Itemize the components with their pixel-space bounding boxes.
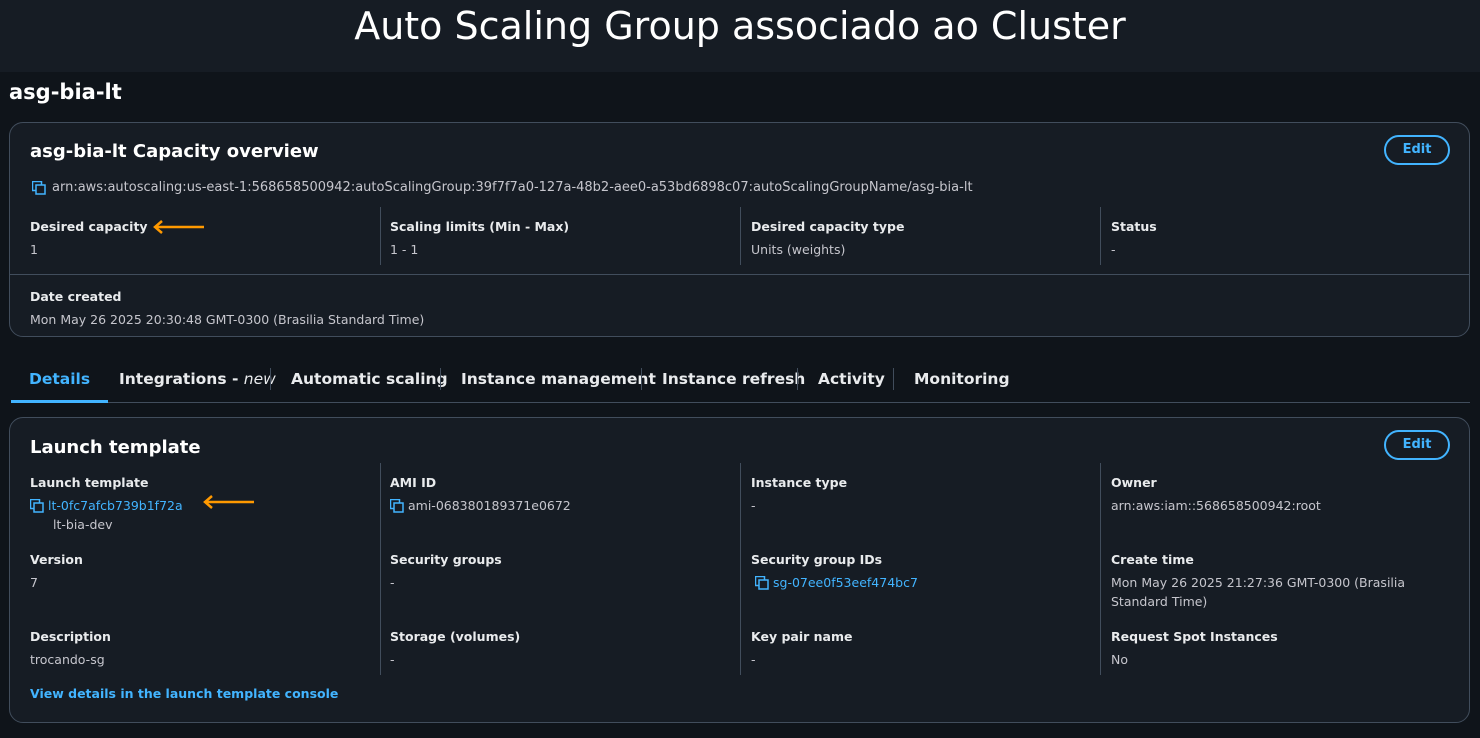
divider <box>1100 463 1101 675</box>
tab-separator <box>893 368 894 390</box>
field-description: Description trocando-sg <box>30 629 111 669</box>
field-label: Launch template <box>30 475 149 490</box>
arrow-left-icon <box>203 495 254 509</box>
tab-separator <box>440 368 441 390</box>
tab-label: Details <box>29 370 91 388</box>
field-label: Request Spot Instances <box>1111 629 1278 644</box>
field-label: Instance type <box>751 475 848 490</box>
field-launch-template: Launch template lt-0fc7afcb739b1f72a lt-… <box>30 475 183 534</box>
field-security-group-ids: Security group IDs sg-07ee0f53eef474bc7 <box>751 552 918 592</box>
divider <box>1100 207 1101 265</box>
tab-automatic-scaling[interactable]: Automatic scaling <box>291 362 448 400</box>
divider <box>740 207 741 265</box>
view-launch-template-console-link[interactable]: View details in the launch template cons… <box>30 686 338 701</box>
field-key-pair: Key pair name - <box>751 629 852 669</box>
asg-arn: arn:aws:autoscaling:us-east-1:5686585009… <box>32 180 973 195</box>
field-value: - <box>390 575 395 590</box>
divider <box>740 463 741 675</box>
field-value: Mon May 26 2025 20:30:48 GMT-0300 (Brasi… <box>30 312 425 327</box>
field-security-groups: Security groups - <box>390 552 502 592</box>
tab-integrations[interactable]: Integrations - new <box>119 362 276 400</box>
capacity-edit-button[interactable]: Edit <box>1384 135 1450 165</box>
field-value: 1 - 1 <box>390 242 419 257</box>
tab-monitoring[interactable]: Monitoring <box>914 362 1010 400</box>
divider <box>380 463 381 675</box>
tab-instance-refresh[interactable]: Instance refresh <box>662 362 805 400</box>
tab-activity[interactable]: Activity <box>818 362 885 400</box>
field-label: Security groups <box>390 552 502 567</box>
ami-id-value: ami-068380189371e0672 <box>408 498 571 513</box>
field-date-created: Date created Mon May 26 2025 20:30:48 GM… <box>30 289 424 329</box>
field-desired-capacity-type: Desired capacity type Units (weights) <box>751 219 904 259</box>
field-instance-type: Instance type - <box>751 475 847 515</box>
field-scaling-limits: Scaling limits (Min - Max) 1 - 1 <box>390 219 569 259</box>
field-label: Desired capacity <box>30 219 148 234</box>
field-ami-id: AMI ID ami-068380189371e0672 <box>390 475 571 515</box>
field-label: Security group IDs <box>751 552 883 567</box>
field-value: 7 <box>30 575 38 590</box>
field-value: 1 <box>30 242 38 257</box>
field-label: Description <box>30 629 111 644</box>
field-value: - <box>751 498 756 513</box>
field-label: AMI ID <box>390 475 437 490</box>
capacity-overview-title: asg-bia-lt Capacity overview <box>30 141 319 162</box>
field-value: - <box>1111 242 1116 257</box>
copy-icon[interactable] <box>755 575 769 590</box>
tab-label: Instance management <box>461 370 656 388</box>
launch-template-id-link[interactable]: lt-0fc7afcb739b1f72a <box>48 496 183 515</box>
asg-details-page: asg-bia-lt asg-bia-lt Capacity overview … <box>0 72 1480 738</box>
field-value: arn:aws:iam::568658500942:root <box>1111 498 1321 513</box>
tab-separator <box>270 368 271 390</box>
tab-label: Activity <box>818 370 885 388</box>
asg-arn-text: arn:aws:autoscaling:us-east-1:5686585009… <box>52 180 973 195</box>
divider <box>10 274 1469 275</box>
launch-template-card: Launch template Edit Launch template lt-… <box>9 417 1470 723</box>
field-storage: Storage (volumes) - <box>390 629 520 669</box>
copy-icon[interactable] <box>390 498 404 513</box>
field-version: Version 7 <box>30 552 83 592</box>
field-owner: Owner arn:aws:iam::568658500942:root <box>1111 475 1321 515</box>
field-label: Storage (volumes) <box>390 629 521 644</box>
field-value: - <box>751 652 756 667</box>
field-desired-capacity: Desired capacity 1 <box>30 219 148 259</box>
launch-template-title: Launch template <box>30 437 201 458</box>
field-label: Owner <box>1111 475 1157 490</box>
field-request-spot: Request Spot Instances No <box>1111 629 1278 669</box>
tab-label: Monitoring <box>914 370 1010 388</box>
field-value: Mon May 26 2025 21:27:36 GMT-0300 (Brasi… <box>1111 575 1406 609</box>
launch-template-name: lt-bia-dev <box>53 517 113 532</box>
launch-template-edit-button[interactable]: Edit <box>1384 430 1450 460</box>
tab-new-badge: new <box>243 370 276 388</box>
tab-label: Automatic scaling <box>291 370 448 388</box>
field-value: No <box>1111 652 1128 667</box>
tab-separator <box>641 368 642 390</box>
tab-label: Instance refresh <box>662 370 806 388</box>
field-value: Units (weights) <box>751 242 846 257</box>
field-status: Status - <box>1111 219 1157 259</box>
field-value: - <box>390 652 395 667</box>
tab-details[interactable]: Details <box>11 362 109 403</box>
field-label: Scaling limits (Min - Max) <box>390 219 570 234</box>
capacity-overview-card: asg-bia-lt Capacity overview Edit arn:aw… <box>9 122 1470 337</box>
tab-bar: Details Integrations - new Automatic sca… <box>11 362 1470 403</box>
field-label: Version <box>30 552 83 567</box>
tab-separator <box>797 368 798 390</box>
banner-title: Auto Scaling Group associado ao Cluster <box>0 0 1480 72</box>
field-label: Desired capacity type <box>751 219 905 234</box>
tab-label: Integrations - <box>119 370 244 388</box>
field-label: Create time <box>1111 552 1194 567</box>
security-group-id-link[interactable]: sg-07ee0f53eef474bc7 <box>773 573 918 592</box>
field-label: Status <box>1111 219 1157 234</box>
field-value: trocando-sg <box>30 652 105 667</box>
copy-icon[interactable] <box>32 180 46 195</box>
field-label: Key pair name <box>751 629 853 644</box>
divider <box>380 207 381 265</box>
copy-icon[interactable] <box>30 498 44 513</box>
field-label: Date created <box>30 289 122 304</box>
tab-instance-management[interactable]: Instance management <box>461 362 656 400</box>
field-create-time: Create time Mon May 26 2025 21:27:36 GMT… <box>1111 552 1431 611</box>
arrow-left-icon <box>153 220 204 234</box>
page-title: asg-bia-lt <box>9 80 122 104</box>
